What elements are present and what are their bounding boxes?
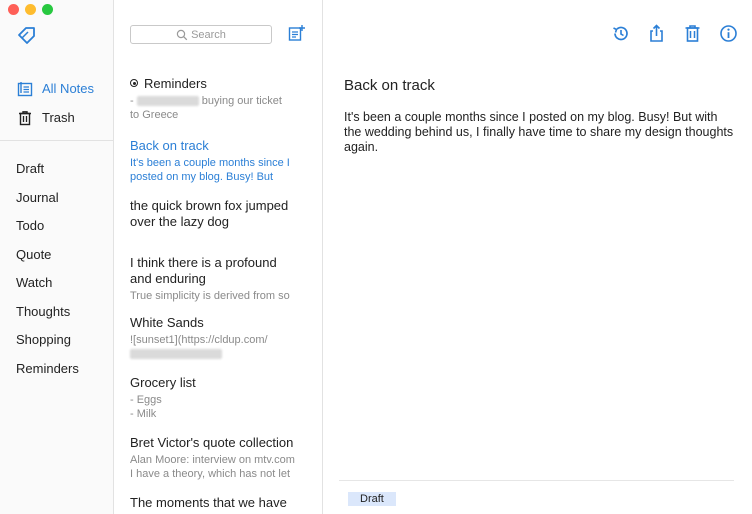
search-input[interactable]: Search — [130, 25, 272, 44]
list-item[interactable]: Reminders - buying our ticket to Greece — [130, 76, 316, 138]
redacted-text — [130, 349, 222, 360]
note-title: and enduring — [130, 271, 206, 286]
sidebar-nav: All Notes Trash — [0, 74, 113, 132]
list-item[interactable]: Bret Victor's quote collection Alan Moor… — [130, 435, 316, 495]
note-body-editor[interactable]: It's been a couple months since I posted… — [344, 110, 734, 155]
list-item[interactable]: Grocery list - Eggs - Milk — [130, 375, 316, 435]
note-title: the quick brown fox jumped — [130, 198, 289, 213]
redacted-text — [136, 96, 199, 107]
sidebar-item-label: Trash — [42, 110, 75, 125]
window-controls — [8, 4, 53, 15]
search-placeholder: Search — [191, 28, 226, 41]
tag-item-watch[interactable]: Watch — [0, 269, 113, 298]
note-title: I think there is a profound — [130, 255, 277, 270]
zoom-window-button[interactable] — [42, 4, 53, 15]
tag-item-todo[interactable]: Todo — [0, 212, 113, 241]
editor-pane: Back on track It's been a couple months … — [323, 0, 752, 514]
note-preview: It's been a couple months since I — [130, 157, 290, 169]
note-title: The moments that we have — [130, 495, 287, 510]
tag-item-thoughts[interactable]: Thoughts — [0, 298, 113, 327]
note-preview: Alan Moore: interview on mtv.com — [130, 454, 295, 466]
note-preview: True simplicity is derived from so — [130, 290, 290, 302]
note-title: over the lazy dog — [130, 214, 230, 229]
history-icon[interactable] — [611, 24, 630, 43]
list-item[interactable]: White Sands ![sunset1](https://cldup.com… — [130, 315, 316, 375]
note-preview: - Eggs — [130, 394, 162, 406]
notes-icon — [16, 80, 34, 98]
note-title: Reminders — [144, 76, 207, 91]
tag-item-quote[interactable]: Quote — [0, 241, 113, 270]
note-title: Back on track — [130, 138, 209, 153]
note-title: Bret Victor's quote collection — [130, 435, 294, 450]
trash-icon — [16, 109, 34, 127]
note-tag-chip[interactable]: Draft — [348, 492, 396, 506]
notes-list: Reminders - buying our ticket to Greece … — [130, 76, 316, 511]
note-preview: to Greece — [130, 109, 179, 121]
sidebar-item-trash[interactable]: Trash — [0, 103, 113, 132]
note-preview: posted on my blog. Busy! But — [130, 171, 274, 183]
sidebar-item-all-notes[interactable]: All Notes — [0, 74, 113, 103]
minimize-window-button[interactable] — [25, 4, 36, 15]
new-note-icon[interactable] — [288, 24, 306, 42]
search-icon — [176, 29, 188, 40]
tag-item-journal[interactable]: Journal — [0, 184, 113, 213]
share-icon[interactable] — [647, 24, 666, 43]
note-preview — [130, 347, 316, 361]
list-item[interactable]: the quick brown fox jumped over the lazy… — [130, 198, 316, 255]
note-preview: - buying our ticket — [130, 95, 282, 107]
list-item[interactable]: I think there is a profound and enduring… — [130, 255, 316, 315]
info-icon[interactable] — [719, 24, 738, 43]
list-item[interactable]: The moments that we have — [130, 495, 316, 511]
list-item[interactable]: Back on track It's been a couple months … — [130, 138, 316, 198]
note-title-heading[interactable]: Back on track — [344, 77, 435, 94]
pinned-icon — [130, 79, 138, 87]
notes-list-pane: Search Reminders - buying our ticket to … — [114, 0, 323, 514]
tag-item-reminders[interactable]: Reminders — [0, 355, 113, 384]
note-preview: ![sunset1](https://cldup.com/ — [130, 334, 268, 346]
tag-list: Draft Journal Todo Quote Watch Thoughts … — [0, 155, 113, 383]
note-title: Grocery list — [130, 375, 196, 390]
close-window-button[interactable] — [8, 4, 19, 15]
editor-toolbar — [611, 24, 738, 43]
tag-item-draft[interactable]: Draft — [0, 155, 113, 184]
note-title-row: Reminders — [130, 76, 316, 92]
footer-divider — [339, 480, 734, 481]
app-window: All Notes Trash Draft Journal Todo Quote… — [0, 0, 752, 514]
note-preview: I have a theory, which has not let — [130, 468, 290, 480]
tag-icon[interactable] — [16, 24, 38, 46]
sidebar: All Notes Trash Draft Journal Todo Quote… — [0, 0, 114, 514]
tag-item-shopping[interactable]: Shopping — [0, 326, 113, 355]
sidebar-divider — [0, 140, 114, 141]
note-title: White Sands — [130, 315, 204, 330]
note-preview-text: buying our ticket — [201, 95, 282, 107]
trash-icon[interactable] — [683, 24, 702, 43]
note-preview: - Milk — [130, 408, 157, 420]
sidebar-item-label: All Notes — [42, 81, 95, 96]
